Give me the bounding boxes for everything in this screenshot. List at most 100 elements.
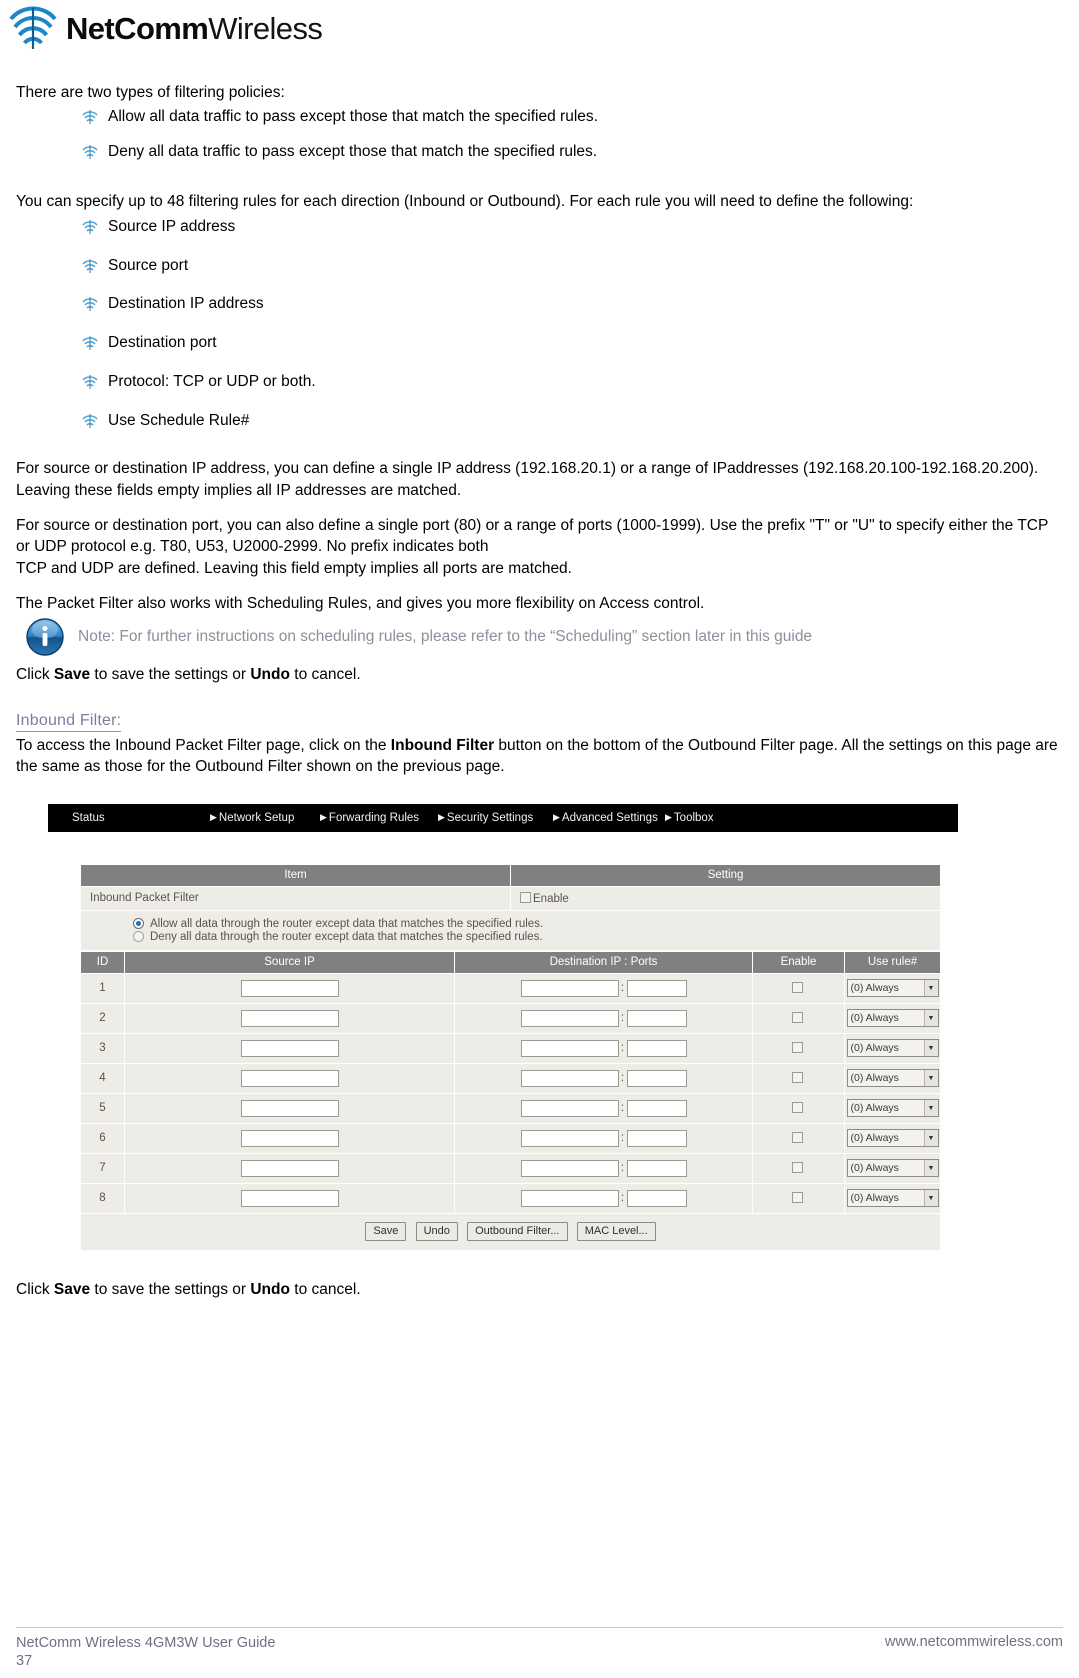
source-ip-input[interactable] [240, 1159, 339, 1177]
destination-ip-input[interactable] [520, 1129, 619, 1147]
colon-separator: : [620, 1012, 625, 1024]
destination-port-input[interactable] [626, 1009, 687, 1027]
use-rule-select[interactable]: (0) Always ▼ [846, 1159, 939, 1177]
list-item: Allow all data traffic to pass except th… [16, 107, 1063, 128]
closing-save-undo-instruction: Click Save to save the settings or Undo … [16, 1281, 1079, 1299]
instruction-prefix: Click [16, 666, 54, 684]
destination-port-input[interactable] [626, 1159, 687, 1177]
nav-item-security-settings[interactable]: ▶ Security Settings [438, 812, 553, 824]
rule-source-ip-cell [124, 1122, 455, 1154]
chevron-down-icon: ▼ [923, 1130, 938, 1146]
caret-icon: ▶ [553, 812, 560, 822]
wifi-arc-bullet-icon [82, 296, 98, 312]
rule-id: 6 [80, 1122, 125, 1154]
document-body: There are two types of filtering policie… [0, 62, 1079, 778]
table-row: 7 : (0) Always ▼ [80, 1152, 941, 1184]
scheduling-paragraph: The Packet Filter also works with Schedu… [16, 595, 705, 612]
rule-id: 2 [80, 1002, 125, 1034]
source-ip-input[interactable] [240, 979, 339, 997]
nav-item-toolbox[interactable]: ▶ Toolbox [665, 812, 714, 824]
radio-allow-icon[interactable] [133, 918, 144, 929]
instruction-middle: to save the settings or [90, 1280, 251, 1298]
save-button[interactable]: Save [365, 1221, 407, 1241]
destination-ip-input[interactable] [520, 1099, 619, 1117]
instruction-suffix: to cancel. [289, 1280, 361, 1298]
radio-deny-icon[interactable] [133, 931, 144, 942]
destination-ip-input[interactable] [520, 1009, 619, 1027]
chevron-down-icon: ▼ [923, 1040, 938, 1056]
enable-checkbox[interactable] [520, 891, 531, 903]
rule-field-bullet-list: Source IP address Source port Destinatio… [16, 217, 1063, 433]
caret-icon: ▶ [320, 812, 327, 822]
nav-item-status[interactable]: Status [70, 812, 210, 824]
chevron-down-icon: ▼ [923, 1190, 938, 1206]
rule-enable-checkbox[interactable] [792, 1161, 803, 1173]
use-rule-select[interactable]: (0) Always ▼ [846, 1069, 939, 1087]
undo-keyword: Undo [250, 1280, 290, 1298]
table-row: 6 : (0) Always ▼ [80, 1122, 941, 1154]
outbound-filter-button[interactable]: Outbound Filter... [467, 1221, 568, 1241]
list-item-label: Use Schedule Rule# [108, 412, 250, 430]
use-rule-select[interactable]: (0) Always ▼ [846, 1009, 939, 1027]
mac-level-button[interactable]: MAC Level... [576, 1221, 656, 1241]
list-item: Source port [16, 256, 1063, 277]
source-ip-input[interactable] [240, 1129, 339, 1147]
destination-port-input[interactable] [626, 1069, 687, 1087]
destination-port-input[interactable] [626, 1039, 687, 1057]
rule-enable-checkbox[interactable] [792, 1011, 803, 1023]
action-button-row: Save Undo Outbound Filter... MAC Level..… [80, 1212, 941, 1251]
note-text: Note: For further instructions on schedu… [78, 628, 813, 646]
wifi-arc-bullet-icon [82, 374, 98, 390]
destination-ip-input[interactable] [520, 1039, 619, 1057]
list-item: Use Schedule Rule# [16, 411, 1063, 432]
rule-id: 1 [80, 972, 125, 1004]
destination-ip-input[interactable] [520, 979, 619, 997]
colon-separator: : [620, 982, 625, 994]
destination-port-input[interactable] [626, 1189, 687, 1207]
column-header-id: ID [80, 950, 125, 974]
chevron-down-icon: ▼ [923, 980, 938, 996]
nav-item-forwarding-rules[interactable]: ▶ Forwarding Rules [320, 812, 438, 824]
use-rule-select[interactable]: (0) Always ▼ [846, 1099, 939, 1117]
use-rule-select[interactable]: (0) Always ▼ [846, 1129, 939, 1147]
table-row: 1 : (0) Always ▼ [80, 972, 941, 1004]
brand-wordmark: NetCommWireless [66, 13, 323, 44]
rule-source-ip-cell [124, 1032, 455, 1064]
destination-port-input[interactable] [626, 1129, 687, 1147]
nav-item-network-setup[interactable]: ▶ Network Setup [210, 812, 320, 824]
rule-enable-checkbox[interactable] [792, 1041, 803, 1053]
rule-enable-checkbox[interactable] [792, 1101, 803, 1113]
radio-option-allow[interactable]: Allow all data through the router except… [133, 918, 940, 930]
rule-enable-cell [752, 1002, 845, 1034]
nav-item-advanced-settings[interactable]: ▶ Advanced Settings [553, 812, 665, 824]
list-item: Destination IP address [16, 294, 1063, 315]
rule-enable-checkbox[interactable] [792, 1131, 803, 1143]
rule-enable-checkbox[interactable] [792, 981, 803, 993]
info-icon [26, 618, 64, 657]
source-ip-input[interactable] [240, 1099, 339, 1117]
rule-id: 7 [80, 1152, 125, 1184]
destination-ip-input[interactable] [520, 1189, 619, 1207]
use-rule-select[interactable]: (0) Always ▼ [846, 979, 939, 997]
port-range-paragraph-line2: TCP and UDP are defined. Leaving this fi… [16, 559, 572, 577]
rule-enable-checkbox[interactable] [792, 1191, 803, 1203]
use-rule-value: (0) Always [850, 982, 899, 994]
radio-deny-label: Deny all data through the router except … [150, 930, 543, 943]
rule-source-ip-cell [124, 1002, 455, 1034]
source-ip-input[interactable] [240, 1009, 339, 1027]
use-rule-select[interactable]: (0) Always ▼ [846, 1039, 939, 1057]
colon-separator: : [620, 1132, 625, 1144]
rule-destination-cell: : [454, 1122, 753, 1154]
undo-button[interactable]: Undo [415, 1221, 458, 1241]
source-ip-input[interactable] [240, 1069, 339, 1087]
destination-ip-input[interactable] [520, 1159, 619, 1177]
rule-enable-checkbox[interactable] [792, 1071, 803, 1083]
destination-ip-input[interactable] [520, 1069, 619, 1087]
destination-port-input[interactable] [626, 1099, 687, 1117]
source-ip-input[interactable] [240, 1189, 339, 1207]
source-ip-input[interactable] [240, 1039, 339, 1057]
radio-option-deny[interactable]: Deny all data through the router except … [133, 931, 940, 943]
destination-port-input[interactable] [626, 979, 687, 997]
nav-item-label: Advanced Settings [561, 811, 658, 824]
use-rule-select[interactable]: (0) Always ▼ [846, 1189, 939, 1207]
